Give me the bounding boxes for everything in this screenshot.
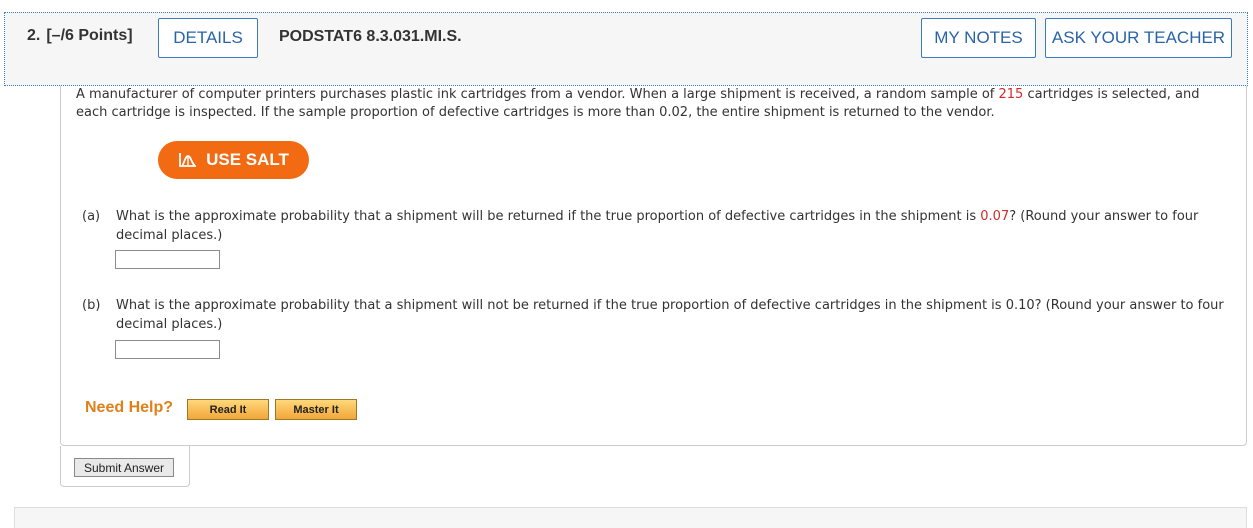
sample-size-value: 215 xyxy=(998,87,1024,102)
details-button[interactable]: DETAILS xyxy=(158,18,258,58)
part-a-text: What is the approximate probability that… xyxy=(116,207,1242,245)
use-salt-label: USE SALT xyxy=(206,150,289,169)
ask-teacher-button[interactable]: ASK YOUR TEACHER xyxy=(1045,18,1232,58)
part-b-question: (b) What is the approximate probability … xyxy=(82,296,1242,334)
part-a-answer-input[interactable] xyxy=(115,250,220,269)
question-body-panel xyxy=(60,86,1247,446)
part-a-question: (a) What is the approximate probability … xyxy=(82,207,1242,245)
part-a-label: (a) xyxy=(82,209,101,224)
problem-statement: A manufacturer of computer printers purc… xyxy=(76,86,1226,122)
part-a-proportion-value: 0.07 xyxy=(980,209,1010,224)
need-help-label: Need Help? xyxy=(85,399,174,416)
my-notes-button[interactable]: MY NOTES xyxy=(921,18,1036,58)
question-number: 2. [–/6 Points] xyxy=(27,27,133,45)
submit-answer-button[interactable]: Submit Answer xyxy=(74,458,174,477)
part-b-answer-input[interactable] xyxy=(115,340,220,359)
question-number-label: 2. xyxy=(27,27,41,44)
part-b-text: What is the approximate probability that… xyxy=(116,298,1224,332)
part-a-text-start: What is the approximate probability that… xyxy=(116,209,981,224)
master-it-button[interactable]: Master It xyxy=(275,399,357,420)
next-question-panel xyxy=(14,507,1247,528)
part-b-label: (b) xyxy=(82,298,101,313)
problem-text-start: A manufacturer of computer printers purc… xyxy=(76,87,999,102)
problem-code: PODSTAT6 8.3.031.MI.S. xyxy=(279,28,462,45)
use-salt-button[interactable]: USE SALT xyxy=(158,141,309,179)
salt-chart-icon xyxy=(178,152,198,168)
points-label: [–/6 Points] xyxy=(46,27,133,44)
read-it-button[interactable]: Read It xyxy=(187,399,269,420)
